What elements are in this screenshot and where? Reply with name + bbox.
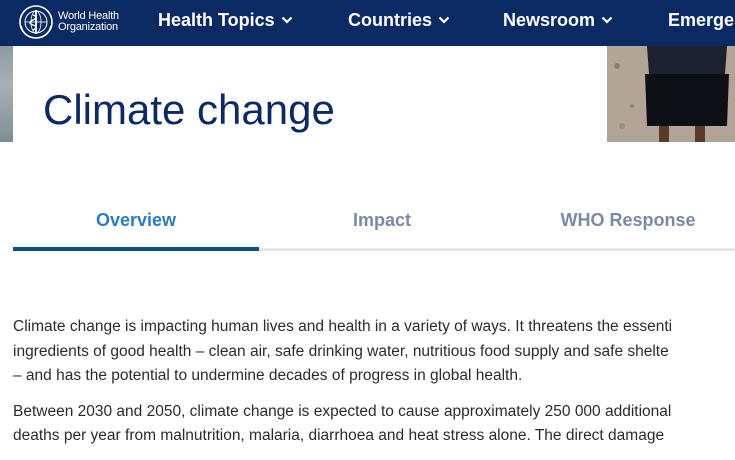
paragraph-1-line-1: Climate change is impacting human lives … [13,318,673,335]
logo-wordmark: World Health Organization [58,11,119,33]
chevron-down-icon [281,16,292,24]
who-logo[interactable]: World Health Organization [18,3,119,41]
tab-impact[interactable]: Impact [259,198,505,250]
nav-health-topics-label: Health Topics [158,9,275,30]
active-tab-indicator [13,247,259,251]
nav-newsroom-label: Newsroom [503,9,596,30]
nav-countries-label: Countries [348,9,433,30]
chevron-down-icon [438,16,450,24]
nav-emergencies[interactable]: Emerge [668,9,734,31]
logo-text-line2: Organization [58,21,118,33]
overview-content: Climate change is impacting human lives … [13,315,735,460]
content-tabs: Overview Impact WHO Response [13,198,735,254]
chevron-down-icon [601,16,613,24]
tab-overview[interactable]: Overview [13,198,259,250]
tab-who-response[interactable]: WHO Response [505,198,735,250]
nav-countries[interactable]: Countries [348,9,450,31]
page-title: Climate change [43,86,335,133]
paragraph-1-line-3: – and has the potential to undermine dec… [13,367,523,384]
hero-photo [607,46,735,142]
hero-banner: Climate change [0,46,735,142]
paragraph-1-line-2: ingredients of good health – clean air, … [13,342,669,360]
person-photo-illustration [607,46,735,142]
paragraph-2-line-2: deaths per year from malnutrition, malar… [13,427,665,444]
hero-image-left-edge [0,46,13,142]
paragraph-1: Climate change is impacting human lives … [13,315,735,389]
nav-newsroom[interactable]: Newsroom [503,9,613,31]
paragraph-2: Between 2030 and 2050, climate change is… [13,400,735,449]
nav-emergencies-label: Emerge [668,9,735,30]
nav-health-topics[interactable]: Health Topics [158,9,293,31]
paragraph-2-line-1: Between 2030 and 2050, climate change is… [13,402,672,420]
top-navigation-bar: World Health Organization Health Topics … [0,0,735,46]
who-emblem-icon [19,5,53,39]
